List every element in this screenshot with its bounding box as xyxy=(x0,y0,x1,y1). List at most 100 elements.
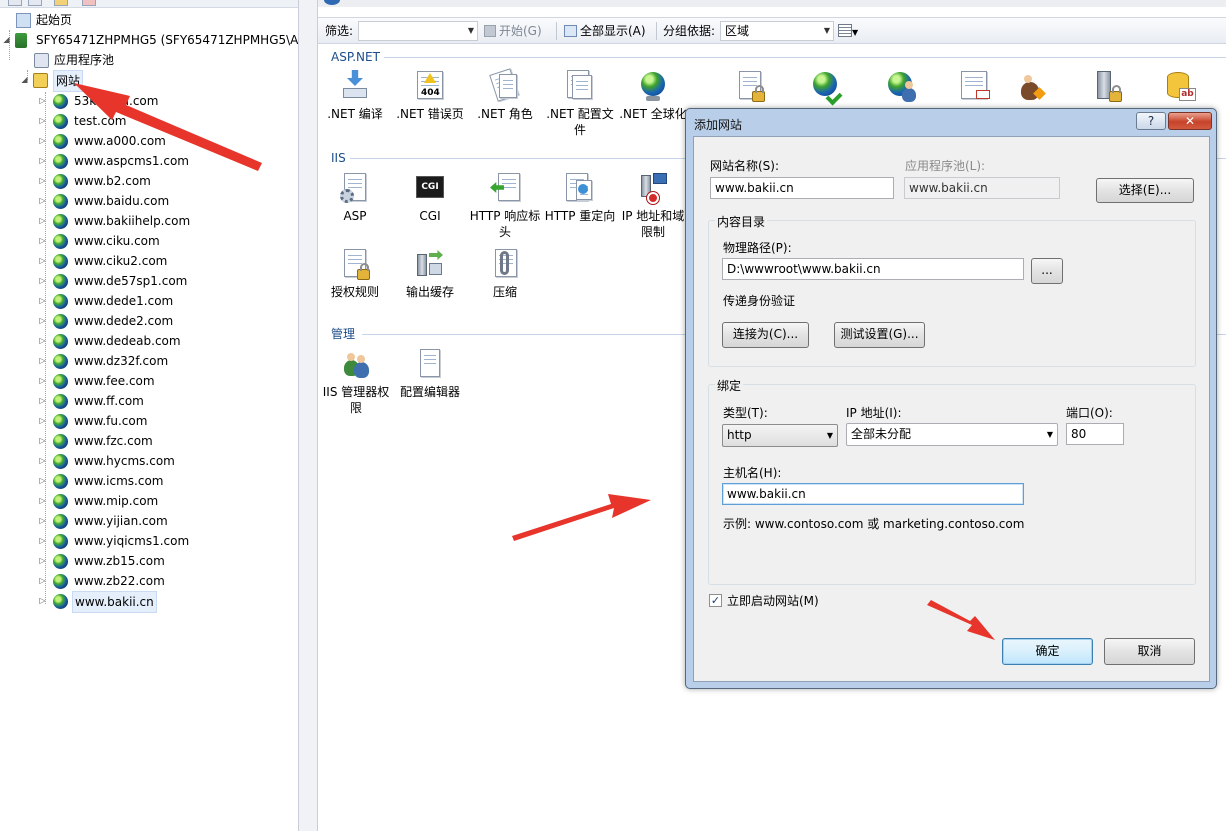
expand-arrow-icon[interactable]: ▷ xyxy=(38,231,47,251)
group-by-label: 分组依据: xyxy=(663,24,716,38)
go-button[interactable]: 开始(G) xyxy=(484,22,542,40)
expand-arrow-icon[interactable]: ▷ xyxy=(38,331,47,351)
feature-net-users[interactable] xyxy=(863,70,937,106)
compression-icon xyxy=(489,248,521,280)
expand-arrow-icon[interactable]: ▷ xyxy=(38,131,47,151)
view-mode-button[interactable]: ▼ xyxy=(838,22,858,40)
expand-arrow-icon[interactable]: ▷ xyxy=(38,251,47,271)
feature-machine-key[interactable] xyxy=(788,70,862,106)
tree-item-label: www.aspcms1.com xyxy=(74,154,189,168)
browse-button[interactable]: ... xyxy=(1031,258,1063,284)
expand-arrow-icon[interactable]: ▷ xyxy=(38,531,47,551)
group-by-select[interactable]: 区域 ▼ xyxy=(720,21,834,41)
tree-item-label: www.dedeab.com xyxy=(74,334,181,348)
expand-arrow-icon[interactable]: ▷ xyxy=(38,111,47,131)
feature-label: CGI xyxy=(419,209,441,223)
feature-authorization-aspnet[interactable] xyxy=(713,70,787,106)
feature-asp[interactable]: ASP xyxy=(318,172,392,224)
ok-button[interactable]: 确定 xyxy=(1002,638,1093,665)
feature-app-settings[interactable]: ab xyxy=(1143,70,1217,106)
expand-arrow-icon[interactable]: ▷ xyxy=(38,591,47,611)
cancel-button[interactable]: 取消 xyxy=(1104,638,1195,665)
feature-compression[interactable]: 压缩 xyxy=(468,248,542,300)
start-now-checkbox[interactable]: ✓ xyxy=(709,594,722,607)
feature-connection-strings[interactable] xyxy=(1070,70,1144,106)
toolbar-save-icon[interactable] xyxy=(28,0,42,6)
ip-address-select[interactable]: 全部未分配 ▼ xyxy=(846,423,1058,446)
expand-arrow-icon[interactable]: ▷ xyxy=(38,391,47,411)
feature-net-error-pages[interactable]: 404 .NET 错误页 xyxy=(393,70,467,122)
close-button[interactable]: ✕ xyxy=(1168,112,1212,130)
start-now-label: 立即启动网站(M) xyxy=(727,594,819,608)
tree-item-label: www.bakii.cn xyxy=(72,591,157,613)
toolbar-new-icon[interactable] xyxy=(8,0,22,6)
binding-group-title: 绑定 xyxy=(715,377,744,394)
feature-authorization-rules[interactable]: 授权规则 xyxy=(318,248,392,300)
site-name-label: 网站名称(S): xyxy=(710,159,780,173)
expand-arrow-icon[interactable]: ▷ xyxy=(38,151,47,171)
filter-bar: 筛选: ▼ 开始(G) 全部显示(A) 分组依据: 区域 ▼ ▼ xyxy=(318,17,1226,44)
site-globe-icon xyxy=(53,354,68,369)
tree-item-label: 53kanxiu.com xyxy=(74,94,159,108)
physical-path-input[interactable]: D:\wwwroot\www.bakii.cn xyxy=(722,258,1024,280)
site-globe-icon xyxy=(53,574,68,589)
feature-net-profile[interactable]: .NET 配置文件 xyxy=(543,70,617,138)
feature-label: .NET 配置文件 xyxy=(546,107,614,137)
expand-arrow-icon[interactable]: ▷ xyxy=(38,371,47,391)
feature-net-globalization[interactable]: .NET 全球化 xyxy=(618,70,688,122)
feature-iis-manager-permissions[interactable]: IIS 管理器权限 xyxy=(318,348,394,416)
toolbar-folder-icon[interactable] xyxy=(54,0,68,6)
expand-arrow-icon[interactable]: ▷ xyxy=(38,571,47,591)
expand-arrow-icon[interactable]: ▷ xyxy=(38,351,47,371)
expand-arrow-icon[interactable]: ▷ xyxy=(38,491,47,511)
filter-input[interactable]: ▼ xyxy=(358,21,478,41)
redirect-icon xyxy=(564,172,596,204)
feature-authentication[interactable] xyxy=(993,70,1067,106)
expand-arrow-icon[interactable]: ▷ xyxy=(38,271,47,291)
site-name-input[interactable]: www.bakii.cn xyxy=(710,177,894,199)
feature-http-response-headers[interactable]: HTTP 响应标头 xyxy=(468,172,542,240)
feature-net-roles[interactable]: .NET 角色 xyxy=(468,68,542,122)
type-select[interactable]: http ▼ xyxy=(722,424,838,447)
connect-as-button[interactable]: 连接为(C)... xyxy=(722,322,809,348)
tree-item-label: test.com xyxy=(74,114,127,128)
tree-item-label: 应用程序池 xyxy=(54,53,115,67)
test-settings-button[interactable]: 测试设置(G)... xyxy=(834,322,925,348)
port-input[interactable]: 80 xyxy=(1066,423,1124,445)
config-editor-icon xyxy=(414,348,446,380)
expand-arrow-icon[interactable]: ▷ xyxy=(38,191,47,211)
feature-configuration-editor[interactable]: 配置编辑器 xyxy=(393,348,467,400)
expand-arrow-icon[interactable]: ▷ xyxy=(38,511,47,531)
expand-arrow-icon[interactable]: ▷ xyxy=(38,431,47,451)
expand-arrow-icon[interactable]: ▷ xyxy=(38,411,47,431)
host-name-example: 示例: www.contoso.com 或 marketing.contoso.… xyxy=(723,517,1025,531)
feature-ip-domain-restrictions[interactable]: IP 地址和域限制 xyxy=(618,172,688,240)
feature-cgi[interactable]: CGI CGI xyxy=(393,172,467,224)
tree-toolbar xyxy=(0,0,300,8)
expand-arrow-icon[interactable]: ▷ xyxy=(38,551,47,571)
site-globe-icon xyxy=(53,494,68,509)
feature-output-caching[interactable]: 输出缓存 xyxy=(393,248,467,300)
collapse-arrow-icon[interactable]: ◢ xyxy=(2,30,11,50)
tree-item-label: SFY65471ZHPMHG5 (SFY65471ZHPMHG5\Adr xyxy=(36,33,300,47)
help-button[interactable]: ? xyxy=(1136,112,1166,130)
expand-arrow-icon[interactable]: ▷ xyxy=(38,91,47,111)
expand-arrow-icon[interactable]: ▷ xyxy=(38,291,47,311)
expand-arrow-icon[interactable]: ▷ xyxy=(38,211,47,231)
expand-arrow-icon[interactable]: ▷ xyxy=(38,311,47,331)
toolbar-disconnect-icon[interactable] xyxy=(82,0,96,6)
show-all-button[interactable]: 全部显示(A) xyxy=(564,22,646,40)
expand-arrow-icon[interactable]: ▷ xyxy=(38,451,47,471)
collapse-arrow-icon[interactable]: ◢ xyxy=(20,70,29,90)
expand-arrow-icon[interactable]: ▷ xyxy=(38,471,47,491)
output-cache-icon xyxy=(414,248,446,280)
feature-label: HTTP 响应标头 xyxy=(469,209,541,239)
site-globe-icon xyxy=(53,434,68,449)
pane-splitter[interactable] xyxy=(298,0,318,831)
profile-icon xyxy=(564,70,596,102)
feature-net-compilation[interactable]: .NET 编译 xyxy=(318,70,392,122)
select-app-pool-button[interactable]: 选择(E)... xyxy=(1096,178,1194,203)
feature-http-redirect[interactable]: HTTP 重定向 xyxy=(543,172,617,224)
host-name-input[interactable]: www.bakii.cn xyxy=(722,483,1024,505)
expand-arrow-icon[interactable]: ▷ xyxy=(38,171,47,191)
